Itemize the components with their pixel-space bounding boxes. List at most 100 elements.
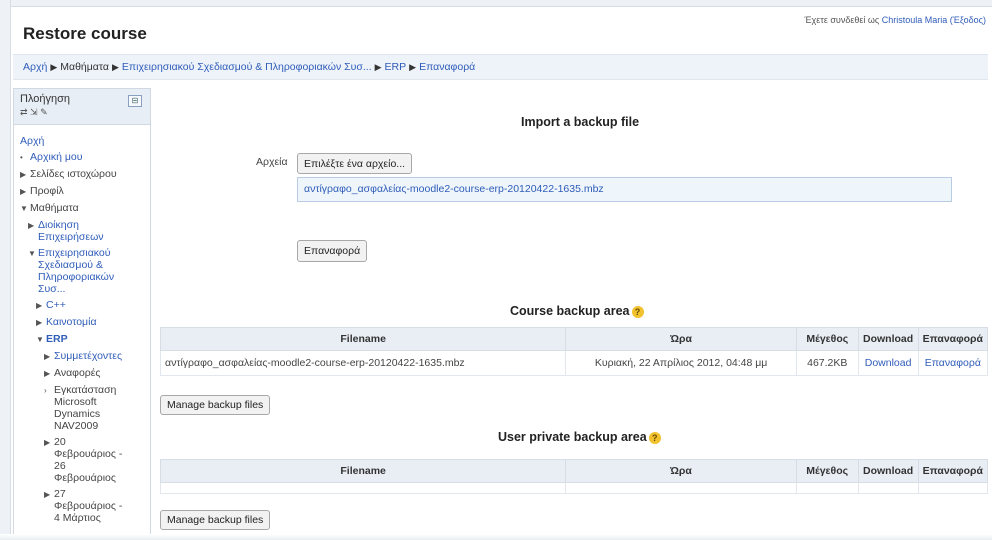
nav-item-label[interactable]: Αρχική μου [30,151,82,163]
nav-item-label[interactable]: Καινοτομία [46,316,97,328]
table-empty-row [159,482,989,494]
course-backup-heading: Course backup area? [510,304,644,318]
breadcrumb-restore[interactable]: Επαναφορά [419,61,475,73]
nav-item-label: Μαθήματα [30,202,79,214]
nav-item-week-feb27[interactable]: ▶ 27 Φεβρουάριος - 4 Μάρτιος [20,488,144,524]
collapse-arrow-icon[interactable]: ▼ [36,334,46,346]
manage-user-backup-button[interactable]: Manage backup files [160,510,271,530]
nav-item-participants[interactable]: ▶ Συμμετέχοντες [20,350,144,363]
nav-item-home[interactable]: Αρχή [20,135,144,147]
nav-item-label[interactable]: Συμμετέχοντες [54,350,122,362]
nav-item-label[interactable]: C++ [46,299,66,311]
cell-filename: αντίγραφο_ασφαλείας-moodle2-course-erp-2… [159,350,567,376]
help-icon[interactable]: ? [631,305,644,318]
column-header-restore: Επαναφορά [917,327,989,351]
empty-cell [159,482,567,494]
empty-cell [917,482,989,494]
course-backup-heading-text: Course backup area [510,304,630,318]
breadcrumb-home[interactable]: Αρχή [23,61,47,73]
breadcrumb-separator: ▶ [50,62,58,72]
empty-cell [565,482,797,494]
breadcrumb-separator: ▶ [111,62,119,72]
column-header-restore: Επαναφορά [917,459,989,483]
expand-arrow-icon[interactable]: ▶ [36,300,46,312]
expand-arrow-icon[interactable]: ▶ [44,368,54,380]
nav-item-profile[interactable]: ▶ Προφίλ [20,185,144,198]
user-backup-table: Filename Ώρα Μέγεθος Download Επαναφορά [159,459,989,494]
choose-file-button[interactable]: Επιλέξτε ένα αρχείο... [297,153,413,174]
breadcrumb-separator: ▶ [409,62,417,72]
cell-time: Κυριακή, 22 Απρίλιος 2012, 04:48 μμ [565,350,797,376]
breadcrumb-separator: ▶ [374,62,382,72]
nav-item-my-home[interactable]: • Αρχική μου [20,151,144,164]
login-text: Έχετε συνδεθεί ως [804,15,880,25]
expand-arrow-icon[interactable]: ▶ [36,317,46,329]
empty-cell [857,482,919,494]
nav-item-week-feb20[interactable]: ▶ 20 Φεβρουάριος - 26 Φεβρουάριος [20,436,144,484]
nav-item-business-planning[interactable]: ▼ Επιχειρησιακού Σχεδιασμού & Πληροφοριακ… [20,247,144,295]
collapse-arrow-icon[interactable]: ▼ [20,203,30,215]
expand-arrow-icon[interactable]: ▶ [44,489,54,501]
column-header-download: Download [857,459,919,483]
navigation-tools-icons[interactable]: ⇄ ⇲ ✎ [20,107,144,118]
help-icon[interactable]: ? [648,431,661,444]
nav-item-label: 20 Φεβρουάριος - 26 Φεβρουάριος [54,436,123,484]
empty-cell [795,482,859,494]
restore-link[interactable]: Επαναφορά [925,357,981,369]
column-header-time: Ώρα [565,459,797,483]
user-backup-heading: User private backup area? [498,430,661,444]
expand-arrow-icon[interactable]: ▶ [28,220,38,232]
nav-item-label[interactable]: Αρχή [20,135,44,147]
selected-file-link[interactable]: αντίγραφο_ασφαλείας-moodle2-course-erp-2… [304,183,604,195]
login-info: Έχετε συνδεθεί ως Christoula Maria (Έξοδ… [805,15,987,25]
column-header-download: Download [857,327,919,351]
breadcrumb: Αρχή ▶ Μαθήματα ▶ Επιχειρησιακού Σχεδιασμού … [13,54,988,80]
import-heading: Import a backup file [521,115,640,129]
nav-item-label[interactable]: ERP [46,333,68,345]
file-label: Αρχεία [256,156,288,168]
navigation-title: Πλοήγηση [20,93,71,105]
breadcrumb-category[interactable]: Επιχειρησιακού Σχεδιασμού & Πληροφοριακώ… [122,61,372,73]
nav-item-reports[interactable]: ▶ Αναφορές [20,367,144,380]
breadcrumb-courses: Μαθήματα [60,61,109,73]
nav-item-site-pages[interactable]: ▶ Σελίδες ιστοχώρου [20,168,144,181]
expand-arrow-icon[interactable]: ▶ [44,351,54,363]
column-header-filename: Filename [159,327,567,351]
nav-item-courses[interactable]: ▼ Μαθήματα [20,202,144,215]
nav-item-label: Αναφορές [54,367,101,379]
collapse-arrow-icon[interactable]: ▼ [28,248,38,260]
bullet-icon: • [20,153,23,162]
download-link[interactable]: Download [865,357,912,369]
nav-item-innovation[interactable]: ▶ Καινοτομία [20,316,144,329]
restore-button[interactable]: Επαναφορά [297,240,368,262]
navigation-tree: Αρχή • Αρχική μου ▶ Σελίδες ιστοχώρου ▶ Προ… [14,125,150,534]
nav-item-cpp[interactable]: ▶ C++ [20,299,144,312]
course-backup-table: Filename Ώρα Μέγεθος Download Επαναφορά … [159,327,989,376]
login-user-link[interactable]: Christoula Maria (Έξοδος) [882,15,986,25]
table-header-row: Filename Ώρα Μέγεθος Download Επαναφορά [159,459,989,483]
nav-item-install-nav[interactable]: › Εγκατάσταση Microsoft Dynamics NAV2009 [20,384,144,432]
breadcrumb-course[interactable]: ERP [385,61,407,73]
nav-item-label: 27 Φεβρουάριος - 4 Μάρτιος [54,488,123,524]
table-header-row: Filename Ώρα Μέγεθος Download Επαναφορά [159,327,989,351]
nav-item-label[interactable]: Επιχειρησιακού Σχεδιασμού & Πληροφοριακώ… [38,247,123,295]
window-top-border [0,0,992,7]
navigation-block: Πλοήγηση ⇄ ⇲ ✎ ⊟ Αρχή • Αρχική μου ▶ Σελίδ… [13,88,151,540]
nav-item-business-admin[interactable]: ▶ Διοίκηση Επιχειρήσεων [20,219,144,243]
nav-item-label: Προφίλ [30,185,64,197]
user-backup-heading-text: User private backup area [498,430,647,444]
expand-arrow-icon[interactable]: ▶ [44,437,54,449]
nav-item-erp[interactable]: ▼ ERP [20,333,144,346]
dock-icon[interactable]: ⊟ [128,95,142,107]
page-title: Restore course [23,24,147,43]
manage-course-backup-button[interactable]: Manage backup files [160,395,271,415]
expand-arrow-icon[interactable]: ▶ [20,186,30,198]
column-header-filename: Filename [159,459,567,483]
expand-arrow-icon[interactable]: ▶ [20,169,30,181]
nav-item-label: Εγκατάσταση Microsoft Dynamics NAV2009 [54,384,117,432]
column-header-size: Μέγεθος [795,459,859,483]
cell-restore: Επαναφορά [917,350,989,376]
column-header-time: Ώρα [565,327,797,351]
expand-arrow-icon[interactable]: › [44,385,54,397]
nav-item-label[interactable]: Διοίκηση Επιχειρήσεων [38,219,123,243]
